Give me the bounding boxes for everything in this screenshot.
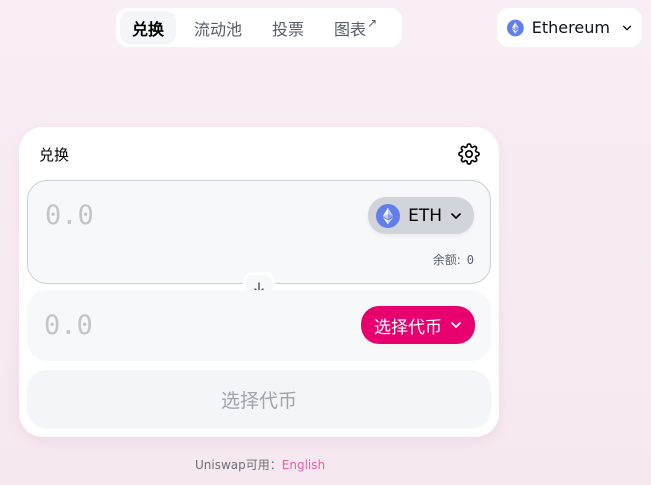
tab-pool[interactable]: 流动池	[182, 11, 254, 44]
network-selector[interactable]: Ethereum	[497, 8, 642, 47]
footer-text: Uniswap可用：	[195, 458, 282, 472]
from-token-label: ETH	[408, 205, 442, 226]
tab-charts[interactable]: 图表 ↗	[322, 11, 389, 44]
to-amount-input[interactable]: 0.0	[44, 310, 93, 341]
from-token-select-button[interactable]: ETH	[368, 197, 474, 234]
balance-readout: 余额: 0	[433, 251, 474, 268]
from-token-panel: 0.0 ETH 余额: 0	[27, 180, 491, 284]
chevron-down-icon	[622, 25, 631, 30]
chevron-down-icon	[451, 322, 461, 328]
select-token-button[interactable]: 选择代币	[361, 306, 475, 344]
gear-icon[interactable]	[458, 143, 480, 165]
swap-title: 兑换	[39, 146, 70, 164]
chevron-down-icon	[451, 212, 461, 219]
language-link-english[interactable]: English	[282, 458, 325, 472]
language-footer: Uniswap可用：English	[195, 456, 325, 473]
balance-label: 余额:	[432, 253, 461, 267]
network-label: Ethereum	[531, 18, 610, 37]
select-token-label: 选择代币	[374, 317, 442, 338]
select-token-main-button[interactable]: 选择代币	[27, 370, 491, 429]
to-token-panel: 0.0 选择代币	[27, 290, 491, 361]
top-nav: 兑换 流动池 投票 图表 ↗	[116, 8, 402, 47]
from-amount-input[interactable]: 0.0	[45, 200, 94, 231]
tab-swap[interactable]: 兑换	[120, 11, 177, 44]
external-link-icon: ↗	[367, 15, 378, 30]
swap-card: 兑换 0.0 ETH 余额: 0 0.0 选择代币 选择代币	[19, 127, 499, 437]
balance-value: 0	[466, 253, 474, 267]
ethereum-icon	[376, 203, 401, 228]
tab-vote[interactable]: 投票	[260, 11, 316, 44]
ethereum-icon	[507, 19, 524, 36]
